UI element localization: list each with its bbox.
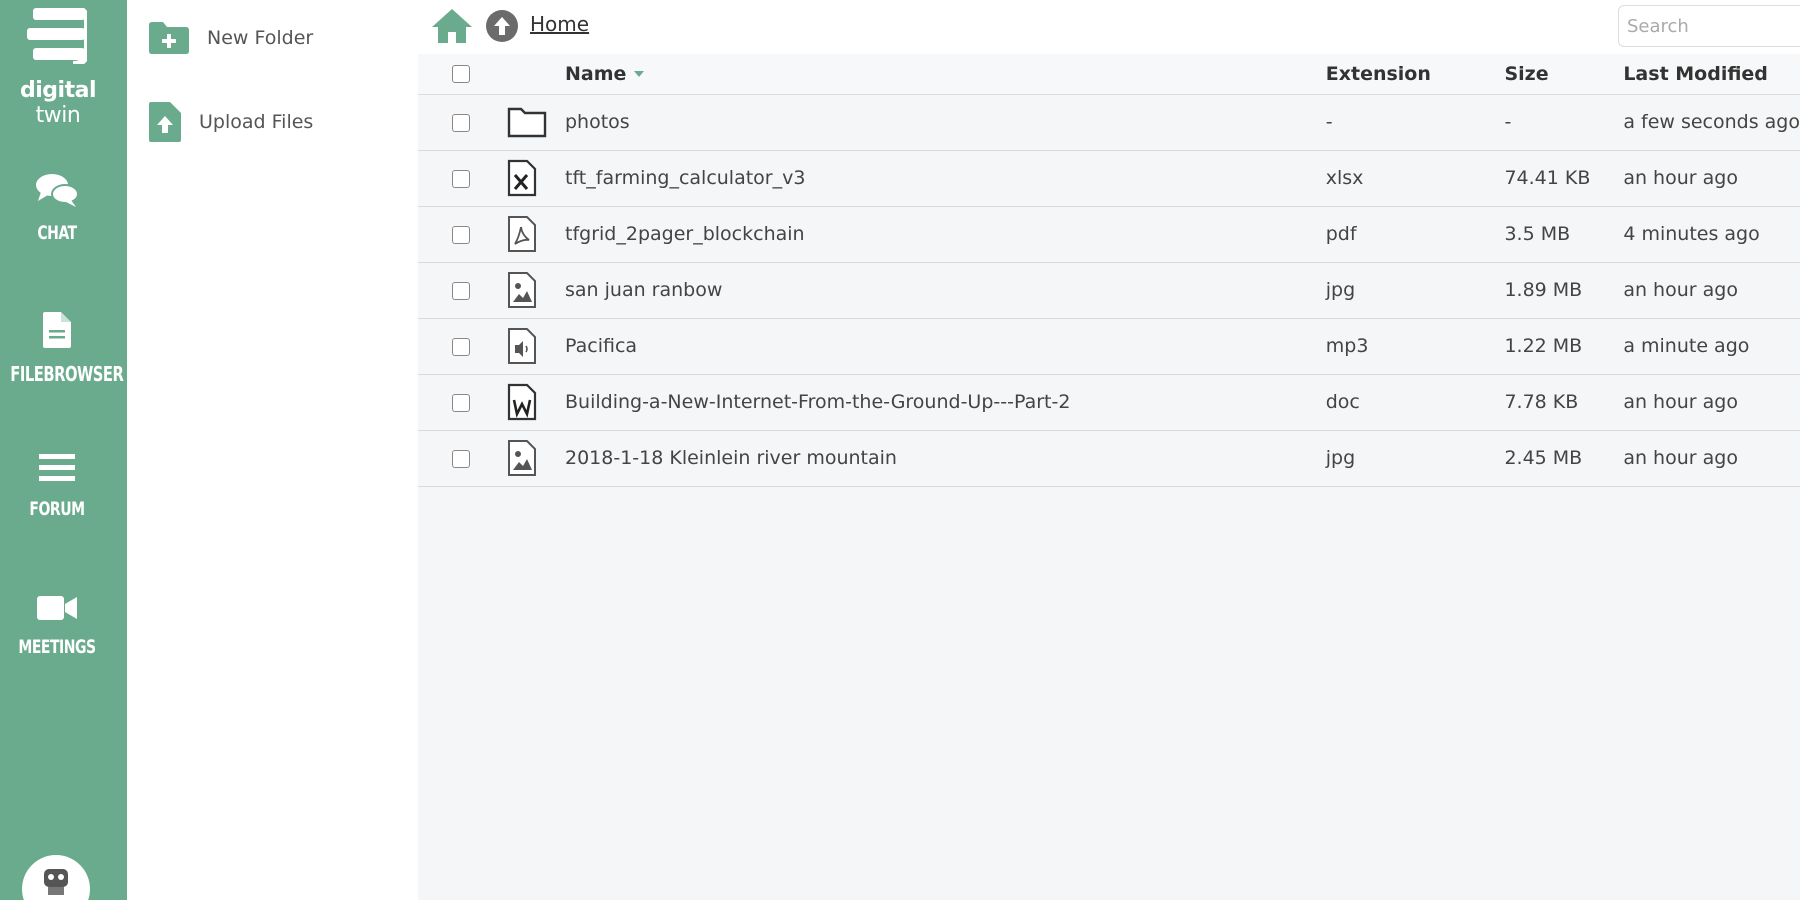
nav-label-filebrowser: FILEBROWSER bbox=[10, 362, 124, 386]
file-icon bbox=[43, 312, 71, 348]
image-file-icon bbox=[508, 440, 537, 476]
robot-avatar-icon bbox=[44, 869, 68, 895]
word-file-icon bbox=[508, 383, 537, 421]
file-extension: mp3 bbox=[1325, 318, 1505, 375]
file-modified: a few seconds ago bbox=[1623, 94, 1800, 151]
logo-mark-icon bbox=[27, 8, 87, 64]
row-checkbox[interactable] bbox=[452, 281, 470, 300]
file-modified: an hour ago bbox=[1623, 262, 1800, 319]
table-row[interactable]: tfgrid_2pager_blockchain pdf 3.5 MB 4 mi… bbox=[418, 206, 1800, 263]
file-name[interactable]: Building-a-New-Internet-From-the-Ground-… bbox=[565, 374, 1326, 431]
row-checkbox[interactable] bbox=[452, 225, 470, 244]
file-extension: pdf bbox=[1325, 206, 1505, 263]
file-extension: - bbox=[1325, 94, 1505, 151]
file-table: Name Extension Size Last Modified photos… bbox=[418, 54, 1800, 487]
sort-desc-icon bbox=[634, 71, 645, 78]
file-extension: doc bbox=[1325, 374, 1505, 431]
file-name[interactable]: 2018-1-18 Kleinlein river mountain bbox=[565, 430, 1326, 487]
file-size: 74.41 KB bbox=[1504, 150, 1624, 207]
pdf-file-icon bbox=[508, 216, 537, 252]
file-size: 1.89 MB bbox=[1504, 262, 1624, 319]
file-name[interactable]: Pacifica bbox=[565, 318, 1326, 375]
arrow-up-icon bbox=[494, 17, 510, 35]
forum-icon bbox=[39, 454, 75, 481]
new-folder-label: New Folder bbox=[207, 27, 314, 49]
new-folder-button[interactable]: New Folder bbox=[149, 18, 313, 58]
excel-file-icon bbox=[508, 159, 537, 197]
header-last-modified[interactable]: Last Modified bbox=[1623, 54, 1800, 95]
nav-label-chat: CHAT bbox=[37, 222, 77, 244]
nav-item-filebrowser[interactable]: FILEBROWSER bbox=[0, 312, 124, 386]
nav-label-forum: FORUM bbox=[29, 498, 85, 520]
file-name[interactable]: tft_farming_calculator_v3 bbox=[565, 150, 1326, 207]
nav-item-chat[interactable]: CHAT bbox=[0, 172, 114, 244]
select-all-cell bbox=[418, 54, 508, 95]
folder-icon bbox=[508, 107, 547, 138]
row-checkbox[interactable] bbox=[452, 169, 470, 188]
nav-label-meetings: MEETINGS bbox=[18, 636, 96, 658]
row-checkbox[interactable] bbox=[452, 393, 470, 412]
video-camera-icon bbox=[37, 596, 77, 620]
user-avatar[interactable] bbox=[22, 855, 90, 900]
table-row[interactable]: Pacifica mp3 1.22 MB a minute ago bbox=[418, 318, 1800, 375]
main-nav: digital twin CHAT FILEBROWSER FORUM MEET… bbox=[0, 0, 127, 900]
chat-icon bbox=[36, 174, 79, 207]
file-browser-main: Home Name Extension Size Last Modified bbox=[418, 0, 1800, 900]
file-modified: 4 minutes ago bbox=[1623, 206, 1800, 263]
nav-item-meetings[interactable]: MEETINGS bbox=[0, 594, 114, 658]
file-name[interactable]: san juan ranbow bbox=[565, 262, 1326, 319]
file-modified: an hour ago bbox=[1623, 150, 1800, 207]
upload-files-button[interactable]: Upload Files bbox=[149, 102, 313, 142]
file-modified: a minute ago bbox=[1623, 318, 1800, 375]
select-all-checkbox[interactable] bbox=[452, 65, 470, 84]
header-extension[interactable]: Extension bbox=[1325, 54, 1505, 95]
logo-text: digital twin bbox=[20, 78, 96, 128]
file-size: 7.78 KB bbox=[1504, 374, 1624, 431]
file-size: 1.22 MB bbox=[1504, 318, 1624, 375]
row-checkbox[interactable] bbox=[452, 113, 470, 132]
file-size: 2.45 MB bbox=[1504, 430, 1624, 487]
file-modified: an hour ago bbox=[1623, 374, 1800, 431]
file-extension: jpg bbox=[1325, 262, 1505, 319]
table-header-row: Name Extension Size Last Modified bbox=[418, 54, 1800, 95]
app-window: digital twin CHAT FILEBROWSER FORUM MEET… bbox=[0, 0, 1800, 900]
table-row[interactable]: san juan ranbow jpg 1.89 MB an hour ago bbox=[418, 262, 1800, 319]
actions-panel: New Folder Upload Files bbox=[127, 0, 418, 900]
logo[interactable]: digital twin bbox=[0, 6, 127, 128]
audio-file-icon bbox=[508, 328, 537, 364]
upload-files-label: Upload Files bbox=[199, 111, 314, 133]
table-row[interactable]: photos - - a few seconds ago bbox=[418, 94, 1800, 151]
search-input[interactable] bbox=[1618, 5, 1800, 47]
file-name[interactable]: photos bbox=[565, 94, 1326, 151]
header-size[interactable]: Size bbox=[1504, 54, 1624, 95]
home-icon[interactable] bbox=[430, 7, 474, 45]
up-directory-button[interactable] bbox=[486, 10, 518, 42]
upload-file-icon bbox=[149, 102, 181, 142]
file-name[interactable]: tfgrid_2pager_blockchain bbox=[565, 206, 1326, 263]
top-bar: Home bbox=[418, 0, 1800, 54]
image-file-icon bbox=[508, 272, 537, 308]
breadcrumb-home[interactable]: Home bbox=[530, 12, 589, 36]
file-extension: jpg bbox=[1325, 430, 1505, 487]
header-name[interactable]: Name bbox=[565, 54, 1326, 95]
file-size: - bbox=[1504, 94, 1624, 151]
table-row[interactable]: tft_farming_calculator_v3 xlsx 74.41 KB … bbox=[418, 150, 1800, 207]
file-size: 3.5 MB bbox=[1504, 206, 1624, 263]
header-icon-cell bbox=[507, 54, 565, 95]
file-modified: an hour ago bbox=[1623, 430, 1800, 487]
table-row[interactable]: 2018-1-18 Kleinlein river mountain jpg 2… bbox=[418, 430, 1800, 487]
new-folder-icon bbox=[149, 22, 189, 54]
nav-item-forum[interactable]: FORUM bbox=[0, 452, 114, 520]
table-row[interactable]: Building-a-New-Internet-From-the-Ground-… bbox=[418, 374, 1800, 431]
file-extension: xlsx bbox=[1325, 150, 1505, 207]
row-checkbox[interactable] bbox=[452, 337, 470, 356]
row-checkbox[interactable] bbox=[452, 449, 470, 468]
